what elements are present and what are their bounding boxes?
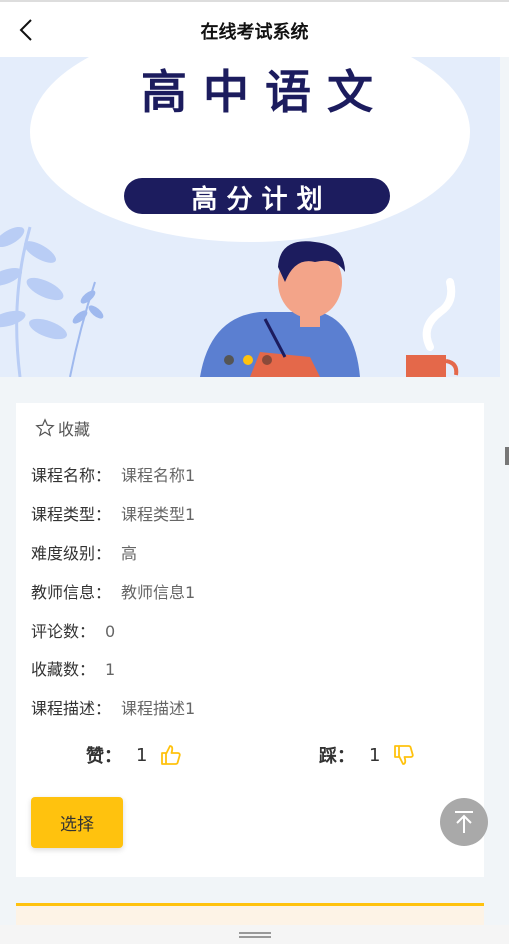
field-label: 教师信息： bbox=[31, 583, 112, 602]
dislike-control: 踩： 1 bbox=[319, 742, 416, 768]
field-comment-count: 评论数： 0 bbox=[31, 618, 115, 642]
thumbs-down-icon[interactable] bbox=[392, 743, 416, 767]
field-teacher: 教师信息： 教师信息1 bbox=[31, 579, 195, 603]
scrollbar-thumb[interactable] bbox=[505, 447, 509, 465]
field-course-type: 课程类型： 课程类型1 bbox=[31, 501, 195, 525]
field-label: 课程类型： bbox=[31, 505, 112, 524]
arrow-up-icon bbox=[455, 811, 473, 833]
page-title: 在线考试系统 bbox=[200, 22, 309, 43]
favorite-toggle[interactable]: 收藏 bbox=[34, 416, 90, 440]
nav-bar: 在线考试系统 bbox=[0, 0, 509, 57]
field-value: 1 bbox=[105, 660, 116, 679]
field-favorite-count: 收藏数： 1 bbox=[31, 656, 115, 680]
field-difficulty: 难度级别： 高 bbox=[31, 540, 137, 564]
field-label: 难度级别： bbox=[31, 544, 112, 563]
dislike-label: 踩： bbox=[319, 746, 355, 767]
like-count: 1 bbox=[136, 744, 148, 766]
course-banner[interactable]: 高 中 语 文 高 分 计 划 bbox=[0, 57, 500, 377]
field-label: 课程名称： bbox=[31, 466, 112, 485]
field-label: 课程描述： bbox=[31, 699, 112, 718]
star-icon bbox=[35, 418, 55, 437]
field-label: 评论数： bbox=[31, 622, 96, 641]
handle-bars bbox=[238, 931, 271, 938]
field-value: 课程类型1 bbox=[121, 505, 196, 524]
field-value: 课程名称1 bbox=[121, 466, 196, 485]
bottom-drag-handle[interactable] bbox=[0, 925, 509, 944]
field-label: 收藏数： bbox=[31, 660, 96, 679]
like-control: 赞： 1 bbox=[86, 742, 183, 768]
favorite-label: 收藏 bbox=[58, 420, 91, 439]
carousel-dot[interactable] bbox=[262, 355, 272, 365]
field-course-name: 课程名称： 课程名称1 bbox=[31, 462, 195, 486]
like-label: 赞： bbox=[86, 746, 122, 767]
banner-illustration: 高 中 语 文 高 分 计 划 bbox=[0, 57, 500, 377]
field-description: 课程描述： 课程描述1 bbox=[31, 695, 195, 719]
select-course-button[interactable]: 选择 bbox=[31, 797, 123, 848]
banner-subheading: 高 分 计 划 bbox=[191, 184, 322, 215]
dislike-count: 1 bbox=[369, 744, 381, 766]
back-to-top-button[interactable] bbox=[440, 798, 488, 846]
carousel-dot-active[interactable] bbox=[243, 355, 253, 365]
field-value: 课程描述1 bbox=[121, 699, 196, 718]
field-value: 教师信息1 bbox=[121, 583, 196, 602]
thumbs-up-icon[interactable] bbox=[159, 743, 183, 767]
field-value: 高 bbox=[121, 544, 138, 563]
carousel-dot[interactable] bbox=[224, 355, 234, 365]
banner-heading: 高 中 语 文 bbox=[141, 65, 373, 119]
field-value: 0 bbox=[105, 622, 116, 641]
carousel-indicator bbox=[224, 355, 272, 365]
